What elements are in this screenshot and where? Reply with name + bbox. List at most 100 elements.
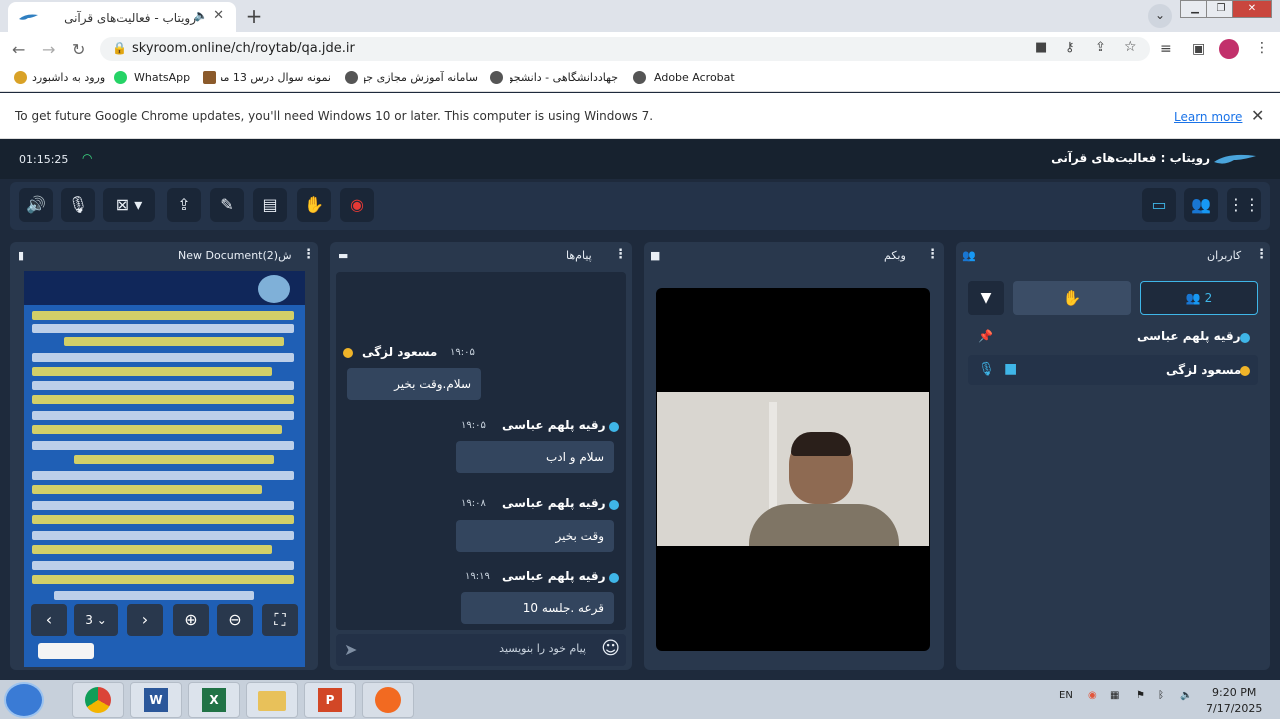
chrome-taskbar-icon[interactable] <box>72 682 124 718</box>
page-select[interactable]: 3 ⌄ <box>74 604 118 636</box>
bookmark-item[interactable]: Adobe Acrobat <box>654 71 735 84</box>
share-icon[interactable]: ⇪ <box>1095 40 1106 55</box>
bluetooth-icon[interactable]: ᛒ <box>1158 690 1164 701</box>
chat-toggle-button[interactable]: ▭ <box>1142 188 1176 222</box>
prev-page-button[interactable]: ‹ <box>31 604 67 636</box>
tray-app-icon[interactable]: ◉ <box>1088 690 1097 701</box>
webcam-menu-icon[interactable]: ⋮ <box>926 247 939 262</box>
message-input[interactable]: ➤ پیام خود را بنویسید ☺ <box>336 634 626 666</box>
update-infobar: To get future Google Chrome updates, you… <box>0 93 1280 139</box>
bookmark-star-icon[interactable]: ☆ <box>1124 39 1137 55</box>
user-icon <box>609 500 619 510</box>
menu-icon[interactable]: ⋮ <box>1255 40 1269 56</box>
users-menu-icon[interactable]: ⋮ <box>1255 247 1268 262</box>
raised-hands-tab[interactable]: ✋ <box>1013 281 1131 315</box>
message-time: ۱۹:۱۹ <box>465 571 490 582</box>
message-bubble: سلام.وقت بخیر <box>347 368 481 400</box>
user-icon <box>1240 366 1250 376</box>
close-tab-icon[interactable]: ✕ <box>213 8 224 23</box>
pin-icon[interactable]: 📌 <box>978 329 993 343</box>
message-sender: مسعود لزگی <box>362 345 438 359</box>
omnibox[interactable]: 🔒 skyroom.online/ch/roytab/qa.jde.ir ■ ⚷… <box>100 37 1150 61</box>
bookmark-favicon-icon <box>203 71 216 84</box>
microphone-off-button[interactable]: 🎙 <box>61 188 95 222</box>
messages-menu-icon[interactable]: ⋮ <box>614 247 627 262</box>
speaker-icon[interactable]: 🔈 <box>194 9 208 22</box>
clock-time[interactable]: 9:20 PM <box>1212 686 1256 699</box>
raise-hand-button[interactable]: ✋ <box>297 188 331 222</box>
message-bubble: سلام و ادب <box>456 441 614 473</box>
roytab-logo-icon <box>1214 154 1256 164</box>
user-icon <box>609 573 619 583</box>
bookmark-item[interactable]: نمونه سوال درس 13 مطا... <box>221 71 331 84</box>
webcam-title: وبکم <box>884 249 906 262</box>
bookmark-item[interactable]: سامانه آموزش مجازی جها... <box>364 71 478 84</box>
document-menu-icon[interactable]: ⋮ <box>302 247 315 262</box>
new-tab-button[interactable]: + <box>242 5 266 27</box>
globe-icon <box>633 71 646 84</box>
camera-off-button[interactable]: ⊠ ▾ <box>103 188 155 222</box>
next-page-button[interactable]: › <box>127 604 163 636</box>
zoom-in-icon[interactable]: ⊕ <box>173 604 209 636</box>
word-taskbar-icon[interactable]: W <box>130 682 182 718</box>
screen-share-button[interactable]: ⇪ <box>167 188 201 222</box>
whatsapp-icon <box>114 71 127 84</box>
camera-icon[interactable]: ■ <box>1035 40 1047 55</box>
record-button[interactable]: ◉ <box>340 188 374 222</box>
reading-list-icon[interactable]: ≡ <box>1160 41 1172 57</box>
zoom-out-icon[interactable]: ⊖ <box>217 604 253 636</box>
folder-button[interactable]: ▤ <box>253 188 287 222</box>
user-name: مسعود لزگی <box>1166 363 1242 377</box>
side-panel-icon[interactable]: ▣ <box>1192 41 1205 57</box>
back-icon[interactable]: ← <box>12 40 25 59</box>
session-timer: 01:15:25 <box>19 153 69 166</box>
microphone-icon[interactable]: 🎙 <box>978 362 995 377</box>
all-users-tab[interactable]: 👥 2 <box>1140 281 1258 315</box>
layout-grid-button[interactable]: ⋮⋮ <box>1227 188 1261 222</box>
user-name: رقیه پلهم عباسی <box>1137 329 1241 343</box>
document-title: New Document(2)ش <box>178 249 292 262</box>
emoji-icon[interactable]: ☺ <box>601 638 620 659</box>
video-camera-icon[interactable]: ■ <box>1004 361 1017 377</box>
profile-avatar[interactable] <box>1219 39 1239 59</box>
reload-icon[interactable]: ↻ <box>72 40 85 59</box>
infobar-message: To get future Google Chrome updates, you… <box>15 109 654 123</box>
users-toggle-button[interactable]: 👥 <box>1184 188 1218 222</box>
clock-date[interactable]: 7/17/2025 <box>1206 702 1262 715</box>
send-icon[interactable]: ➤ <box>344 640 357 659</box>
key-icon[interactable]: ⚷ <box>1065 40 1075 55</box>
message-time: ۱۹:۰۵ <box>461 420 486 431</box>
brush-icon[interactable]: ✎ <box>210 188 244 222</box>
forward-icon[interactable]: → <box>42 40 55 59</box>
document-emblem <box>258 275 290 303</box>
close-infobar-icon[interactable]: ✕ <box>1251 106 1264 125</box>
language-indicator[interactable]: EN <box>1059 690 1073 701</box>
user-icon <box>343 348 353 358</box>
explorer-taskbar-icon[interactable] <box>246 682 298 718</box>
fullscreen-icon[interactable]: ⛶ <box>262 604 298 636</box>
start-button[interactable] <box>4 682 44 718</box>
message-bubble: قرعه .جلسه 10 <box>461 592 614 624</box>
users-count: 2 <box>1204 291 1213 305</box>
powerpoint-taskbar-icon[interactable]: P <box>304 682 356 718</box>
speaker-button[interactable]: 🔊 <box>19 188 53 222</box>
learn-more-link[interactable]: Learn more <box>1174 110 1242 124</box>
filter-icon[interactable]: ▼ <box>968 281 1004 315</box>
bookmark-item[interactable]: ورود به داشبورد <box>32 71 105 84</box>
message-sender: رقیه پلهم عباسی <box>502 496 606 510</box>
user-icon <box>1240 333 1250 343</box>
tray-flag-icon[interactable]: ⚑ <box>1136 690 1145 701</box>
chat-bubble-icon: ▬ <box>338 249 349 262</box>
users-title: کاربران <box>1207 249 1242 262</box>
message-time: ۱۹:۰۸ <box>461 498 486 509</box>
tray-network-icon[interactable]: ▦ <box>1110 690 1119 701</box>
video-icon: ■ <box>650 249 661 262</box>
volume-icon[interactable]: 🔈 <box>1180 690 1192 701</box>
excel-taskbar-icon[interactable]: X <box>188 682 240 718</box>
skyroom-taskbar-icon[interactable] <box>362 682 414 718</box>
bookmark-item[interactable]: WhatsApp <box>134 71 190 84</box>
bookmark-item[interactable]: جهاددانشگاهی - دانشجو م... <box>510 71 618 84</box>
close-window-icon[interactable]: ✕ <box>1232 0 1272 18</box>
tab-search-icon[interactable]: ⌄ <box>1148 4 1172 28</box>
browser-tab[interactable]: 🔈 رویتاب - فعالیت‌های قرآنی ✕ <box>8 2 236 32</box>
